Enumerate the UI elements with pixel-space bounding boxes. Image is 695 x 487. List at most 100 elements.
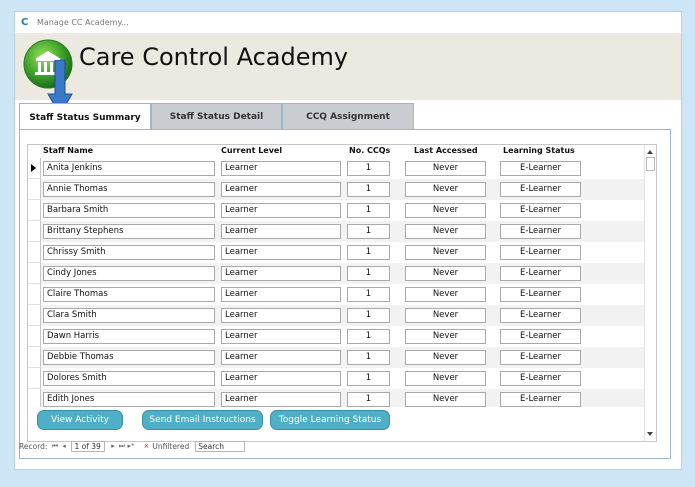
- learning-status-field[interactable]: E-Learner: [500, 266, 581, 281]
- learning-status-field[interactable]: E-Learner: [500, 224, 581, 239]
- learning-status-field[interactable]: E-Learner: [500, 203, 581, 218]
- record-selector[interactable]: [28, 158, 41, 179]
- staff-name-field[interactable]: Dolores Smith: [43, 371, 215, 386]
- no-ccqs-field[interactable]: 1: [347, 161, 390, 176]
- record-selector[interactable]: [28, 221, 41, 242]
- learning-status-field[interactable]: E-Learner: [500, 308, 581, 323]
- last-accessed-field[interactable]: Never: [405, 161, 486, 176]
- staff-name-field[interactable]: Chrissy Smith: [43, 245, 215, 260]
- no-ccqs-field[interactable]: 1: [347, 392, 390, 407]
- current-level-field[interactable]: Learner: [221, 287, 341, 302]
- table-row[interactable]: Cindy Jones Learner 1 Never E-Learner: [28, 263, 646, 284]
- tab-staff-status-summary[interactable]: Staff Status Summary: [19, 103, 151, 131]
- last-accessed-field[interactable]: Never: [405, 392, 486, 407]
- current-level-field[interactable]: Learner: [221, 350, 341, 365]
- table-row[interactable]: Brittany Stephens Learner 1 Never E-Lear…: [28, 221, 646, 242]
- record-selector[interactable]: [28, 242, 41, 263]
- table-row[interactable]: Chrissy Smith Learner 1 Never E-Learner: [28, 242, 646, 263]
- record-selector[interactable]: [28, 368, 41, 389]
- learning-status-field[interactable]: E-Learner: [500, 161, 581, 176]
- no-ccqs-field[interactable]: 1: [347, 182, 390, 197]
- learning-status-field[interactable]: E-Learner: [500, 350, 581, 365]
- record-selector[interactable]: [28, 347, 41, 368]
- last-accessed-field[interactable]: Never: [405, 329, 486, 344]
- last-accessed-field[interactable]: Never: [405, 371, 486, 386]
- last-accessed-field[interactable]: Never: [405, 350, 486, 365]
- table-row[interactable]: Anita Jenkins Learner 1 Never E-Learner: [28, 158, 646, 179]
- no-ccqs-field[interactable]: 1: [347, 245, 390, 260]
- table-row[interactable]: Claire Thomas Learner 1 Never E-Learner: [28, 284, 646, 305]
- staff-name-field[interactable]: Cindy Jones: [43, 266, 215, 281]
- current-level-field[interactable]: Learner: [221, 161, 341, 176]
- send-email-instructions-button[interactable]: Send Email Instructions: [142, 410, 263, 430]
- no-ccqs-field[interactable]: 1: [347, 371, 390, 386]
- current-level-field[interactable]: Learner: [221, 203, 341, 218]
- last-accessed-field[interactable]: Never: [405, 245, 486, 260]
- record-selector[interactable]: [28, 326, 41, 347]
- current-level-field[interactable]: Learner: [221, 182, 341, 197]
- previous-record-icon[interactable]: ◂: [59, 442, 68, 450]
- current-level-field[interactable]: Learner: [221, 392, 341, 407]
- table-row[interactable]: Dawn Harris Learner 1 Never E-Learner: [28, 326, 646, 347]
- table-row[interactable]: Clara Smith Learner 1 Never E-Learner: [28, 305, 646, 326]
- table-row[interactable]: Annie Thomas Learner 1 Never E-Learner: [28, 179, 646, 200]
- current-level-field[interactable]: Learner: [221, 329, 341, 344]
- last-accessed-field[interactable]: Never: [405, 266, 486, 281]
- staff-name-field[interactable]: Barbara Smith: [43, 203, 215, 218]
- learning-status-field[interactable]: E-Learner: [500, 287, 581, 302]
- current-level-field[interactable]: Learner: [221, 224, 341, 239]
- table-row[interactable]: Debbie Thomas Learner 1 Never E-Learner: [28, 347, 646, 368]
- last-accessed-field[interactable]: Never: [405, 287, 486, 302]
- next-record-icon[interactable]: ▸: [108, 442, 117, 450]
- last-accessed-field[interactable]: Never: [405, 203, 486, 218]
- toggle-learning-status-button[interactable]: Toggle Learning Status: [270, 410, 390, 430]
- staff-name-field[interactable]: Debbie Thomas: [43, 350, 215, 365]
- learning-status-field[interactable]: E-Learner: [500, 392, 581, 407]
- filter-toggle[interactable]: ⨯ Unfiltered: [143, 442, 189, 451]
- no-ccqs-field[interactable]: 1: [347, 224, 390, 239]
- last-accessed-field[interactable]: Never: [405, 224, 486, 239]
- staff-name-field[interactable]: Claire Thomas: [43, 287, 215, 302]
- no-ccqs-field[interactable]: 1: [347, 203, 390, 218]
- table-row[interactable]: Barbara Smith Learner 1 Never E-Learner: [28, 200, 646, 221]
- last-accessed-field[interactable]: Never: [405, 308, 486, 323]
- current-level-field[interactable]: Learner: [221, 266, 341, 281]
- no-ccqs-field[interactable]: 1: [347, 308, 390, 323]
- scroll-thumb[interactable]: [646, 157, 655, 171]
- record-position-field[interactable]: 1 of 39: [71, 440, 106, 452]
- learning-status-field[interactable]: E-Learner: [500, 329, 581, 344]
- tab-ccq-assignment[interactable]: CCQ Assignment: [282, 103, 414, 130]
- learning-status-field[interactable]: E-Learner: [500, 245, 581, 260]
- learning-status-field[interactable]: E-Learner: [500, 182, 581, 197]
- vertical-scrollbar[interactable]: [644, 145, 656, 441]
- no-ccqs-field[interactable]: 1: [347, 329, 390, 344]
- record-selector[interactable]: [28, 179, 41, 200]
- no-ccqs-field[interactable]: 1: [347, 350, 390, 365]
- record-selector[interactable]: [28, 263, 41, 284]
- current-level-field[interactable]: Learner: [221, 371, 341, 386]
- table-row[interactable]: Dolores Smith Learner 1 Never E-Learner: [28, 368, 646, 389]
- first-record-icon[interactable]: ⏮: [50, 442, 59, 451]
- record-selector[interactable]: [28, 305, 41, 326]
- search-input[interactable]: Search: [195, 440, 246, 452]
- scroll-up-icon[interactable]: [647, 150, 653, 154]
- staff-name-field[interactable]: Anita Jenkins: [43, 161, 215, 176]
- new-record-icon[interactable]: ▸*: [126, 442, 135, 450]
- record-selector[interactable]: [28, 200, 41, 221]
- current-level-field[interactable]: Learner: [221, 308, 341, 323]
- staff-name-field[interactable]: Annie Thomas: [43, 182, 215, 197]
- record-selector[interactable]: [28, 284, 41, 305]
- learning-status-field[interactable]: E-Learner: [500, 371, 581, 386]
- last-accessed-field[interactable]: Never: [405, 182, 486, 197]
- staff-name-field[interactable]: Edith Jones: [43, 392, 215, 407]
- view-activity-button[interactable]: View Activity: [37, 410, 123, 430]
- staff-name-field[interactable]: Brittany Stephens: [43, 224, 215, 239]
- tab-staff-status-detail[interactable]: Staff Status Detail: [151, 103, 282, 130]
- staff-name-field[interactable]: Dawn Harris: [43, 329, 215, 344]
- staff-name-field[interactable]: Clara Smith: [43, 308, 215, 323]
- last-record-icon[interactable]: ⏭: [117, 442, 126, 451]
- no-ccqs-field[interactable]: 1: [347, 266, 390, 281]
- current-level-field[interactable]: Learner: [221, 245, 341, 260]
- scroll-down-icon[interactable]: [647, 432, 653, 436]
- no-ccqs-field[interactable]: 1: [347, 287, 390, 302]
